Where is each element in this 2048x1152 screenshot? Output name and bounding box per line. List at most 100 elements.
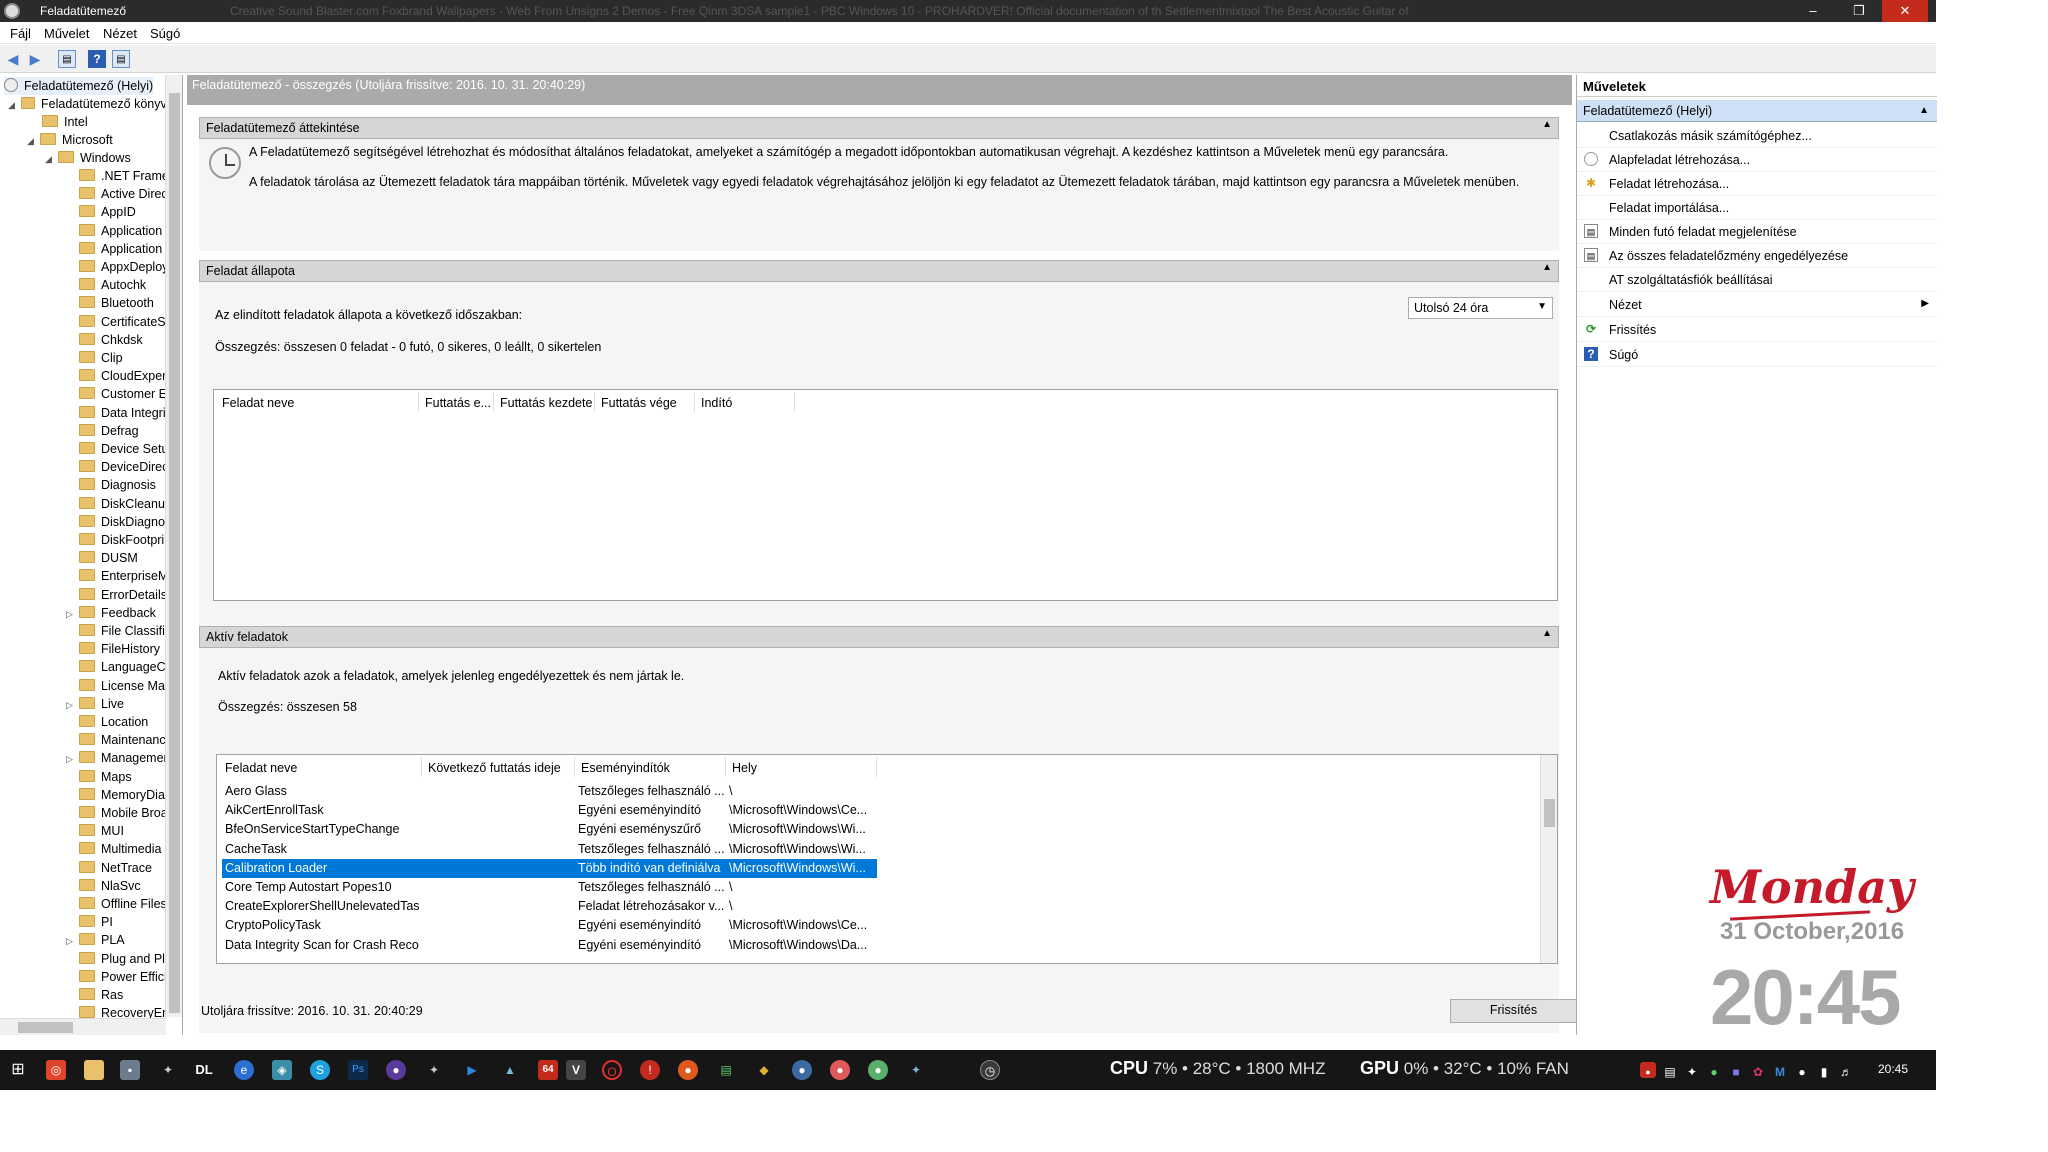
app-icon[interactable]: ● — [868, 1060, 888, 1080]
tray-icon[interactable]: ✿ — [1750, 1062, 1766, 1079]
table-row[interactable]: Data Integrity Scan for Crash Reco... Egy… — [222, 936, 877, 955]
tree-horizontal-scrollbar[interactable] — [0, 1018, 166, 1035]
column-header[interactable]: Indító — [695, 392, 795, 412]
column-header[interactable]: Feladat neve — [216, 392, 419, 412]
column-header[interactable]: Hely — [726, 757, 877, 777]
chevron-right-icon[interactable]: ▷ — [66, 750, 76, 768]
actions-section-header[interactable]: Feladatütemező (Helyi) ▲ — [1577, 100, 1937, 122]
file-explorer-icon[interactable] — [84, 1060, 104, 1080]
tree-item-folder[interactable]: ErrorDetails — [79, 586, 167, 604]
tree-item-folder[interactable]: DiskCleanup — [79, 495, 172, 513]
chevron-right-icon[interactable]: ▷ — [66, 932, 76, 950]
tree-vertical-scrollbar[interactable] — [165, 75, 182, 1017]
task-scheduler-taskbar-icon[interactable]: ◷ — [980, 1060, 1000, 1080]
column-header[interactable]: Futtatás vége — [595, 392, 695, 412]
tree-item-windows[interactable]: ◢ Windows — [45, 149, 131, 167]
tree-item-folder[interactable]: Autochk — [79, 276, 146, 294]
tray-icon[interactable]: ✦ — [1684, 1062, 1700, 1079]
column-header[interactable]: Futtatás kezdete — [494, 392, 595, 412]
tree-item-folder[interactable]: Maintenance — [79, 731, 173, 749]
active-panel-header[interactable]: Aktív feladatok ▲ — [199, 626, 1559, 648]
app-icon[interactable]: ◈ — [272, 1060, 292, 1080]
action-create-basic-task[interactable]: Alapfeladat létrehozása... — [1577, 148, 1937, 172]
app-icon[interactable]: ✦ — [906, 1060, 926, 1080]
tree-item-intel[interactable]: Intel — [42, 113, 88, 131]
tray-icon[interactable]: ● — [1640, 1062, 1656, 1078]
tree-item-folder[interactable]: NetTrace — [79, 859, 152, 877]
collapse-icon[interactable]: ▲ — [1542, 119, 1552, 130]
menu-action[interactable]: Művelet — [44, 26, 90, 41]
tree-item-folder[interactable]: DiskFootprint — [79, 531, 175, 549]
tree-item-folder[interactable]: Chkdsk — [79, 331, 143, 349]
app-icon[interactable]: ◆ — [754, 1060, 774, 1080]
action-enable-history[interactable]: ▤ Az összes feladatelőzmény engedélyezése — [1577, 244, 1937, 268]
collapse-icon[interactable]: ▲ — [1542, 628, 1552, 639]
menu-file[interactable]: Fájl — [10, 26, 31, 41]
app-icon[interactable]: ● — [386, 1060, 406, 1080]
chevron-down-icon[interactable]: ◢ — [45, 150, 55, 168]
scrollbar-thumb[interactable] — [169, 93, 180, 1013]
app-icon[interactable]: ● — [792, 1060, 812, 1080]
table-row[interactable]: CreateExplorerShellUnelevatedTask Feladat… — [222, 897, 877, 916]
app-icon[interactable]: V — [566, 1060, 586, 1080]
chevron-down-icon[interactable]: ◢ — [27, 132, 37, 150]
tree-item-folder[interactable]: PI — [79, 913, 113, 931]
table-row[interactable]: AikCertEnrollTask Egyéni eseményindító \Mi… — [222, 801, 877, 820]
network-icon[interactable]: ▤ — [1662, 1062, 1678, 1079]
taskbar-clock[interactable]: 20:45 — [1878, 1062, 1908, 1076]
column-header[interactable]: Feladat neve — [219, 757, 422, 777]
chevron-down-icon[interactable]: ◢ — [8, 96, 18, 114]
show-hide-action-pane-icon[interactable]: ▤ — [112, 50, 130, 68]
skype-icon[interactable]: S — [310, 1060, 330, 1080]
tree-item-folder[interactable]: Defrag — [79, 422, 139, 440]
app-icon[interactable]: 64 — [538, 1060, 558, 1080]
restore-button[interactable]: ❐ — [1836, 0, 1882, 22]
close-button[interactable]: ✕ — [1882, 0, 1928, 22]
action-connect-computer[interactable]: Csatlakozás másik számítógéphez... — [1577, 124, 1937, 148]
column-header[interactable]: Következő futtatás ideje — [422, 757, 575, 777]
back-arrow-icon[interactable]: ◀ — [4, 50, 22, 68]
tree-item-folder[interactable]: Location — [79, 713, 148, 731]
menu-view[interactable]: Nézet — [103, 26, 137, 41]
tree-item-folder[interactable]: Device Setup — [79, 440, 175, 458]
forward-arrow-icon[interactable]: ▶ — [26, 50, 44, 68]
tree-item-microsoft[interactable]: ◢ Microsoft — [27, 131, 113, 149]
tree-item-root[interactable]: Feladatütemező (Helyi) — [4, 77, 154, 95]
start-windows-icon[interactable]: ⊞ — [8, 1060, 28, 1080]
table-row[interactable]: Core Temp Autostart Popes10 Tetszőleges f… — [222, 878, 877, 897]
active-table-scrollbar[interactable] — [1540, 755, 1557, 963]
tray-icon[interactable]: ■ — [1728, 1062, 1744, 1079]
tree-item-folder[interactable]: Diagnosis — [79, 476, 156, 494]
browser-icon[interactable]: e — [234, 1060, 254, 1080]
status-panel-header[interactable]: Feladat állapota ▲ — [199, 260, 1559, 282]
app-icon[interactable]: ▲ — [500, 1060, 520, 1080]
app-icon[interactable]: ▪ — [120, 1060, 140, 1080]
table-row[interactable]: CacheTask Tetszőleges felhasználó ... \Mic… — [222, 840, 877, 859]
tree-item-folder[interactable]: AppID — [79, 203, 136, 221]
collapse-icon[interactable]: ▲ — [1919, 105, 1929, 116]
app-icon[interactable]: ✦ — [424, 1060, 444, 1080]
photoshop-icon[interactable]: Ps — [348, 1060, 368, 1080]
action-help[interactable]: ? Súgó — [1577, 343, 1937, 367]
tree-item-folder[interactable]: Bluetooth — [79, 294, 154, 312]
tree-item-folder[interactable]: Maps — [79, 768, 132, 786]
tree-item-folder[interactable]: ▷ Live — [66, 695, 124, 713]
tree-item-folder[interactable]: DUSM — [79, 549, 138, 567]
table-row[interactable]: Aero Glass Tetszőleges felhasználó ... \ — [222, 782, 877, 801]
tray-icon[interactable]: ● — [1794, 1062, 1810, 1079]
column-header[interactable]: Futtatás e... — [419, 392, 494, 412]
volume-icon[interactable]: ♬ — [1838, 1062, 1854, 1079]
chevron-right-icon[interactable]: ▷ — [66, 696, 76, 714]
show-hide-tree-icon[interactable]: ▤ — [58, 50, 76, 68]
tree-item-folder[interactable]: MUI — [79, 822, 124, 840]
action-refresh[interactable]: ⟳ Frissítés — [1577, 318, 1937, 342]
tree-item-library[interactable]: ◢ Feladatütemező könyvtára — [8, 95, 182, 114]
app-icon[interactable]: ● — [678, 1060, 698, 1080]
action-import-task[interactable]: Feladat importálása... — [1577, 196, 1937, 220]
app-icon[interactable]: ● — [830, 1060, 850, 1080]
table-row[interactable]: CryptoPolicyTask Egyéni eseményindító \Mic… — [222, 916, 877, 935]
refresh-button[interactable]: Frissítés — [1450, 999, 1577, 1023]
battery-icon[interactable]: ▮ — [1816, 1062, 1832, 1079]
app-icon[interactable]: DL — [194, 1060, 214, 1080]
minimize-button[interactable]: – — [1790, 0, 1836, 22]
